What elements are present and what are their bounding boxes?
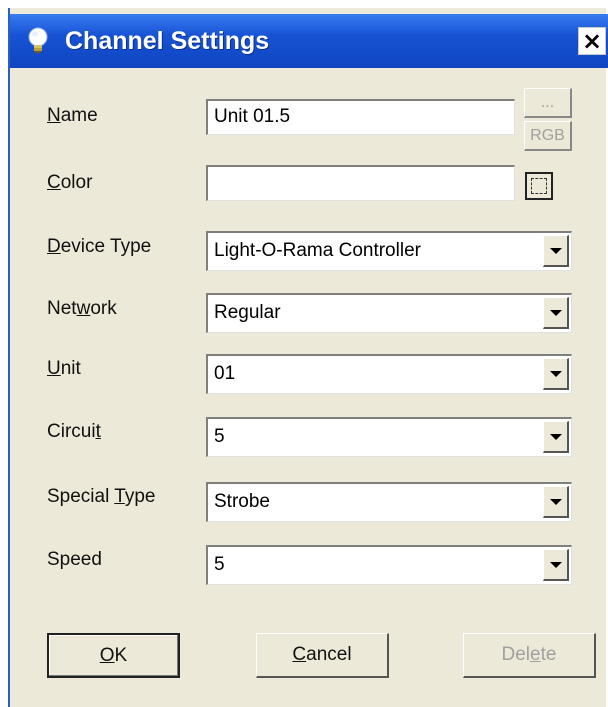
chevron-down-icon[interactable] — [543, 549, 569, 581]
name-label: Name — [47, 105, 98, 126]
close-button[interactable]: × — [578, 27, 606, 55]
chevron-down-icon[interactable] — [543, 486, 569, 518]
window-title: Channel Settings — [65, 27, 270, 55]
cancel-button[interactable]: Cancel — [256, 633, 389, 678]
circuit-label: Circuit — [47, 421, 101, 442]
unit-value: 01 — [214, 363, 236, 384]
browse-button[interactable]: ... — [524, 88, 572, 118]
title-bar[interactable]: Channel Settings × — [10, 14, 608, 68]
unit-select[interactable]: 01 — [206, 354, 572, 394]
device-type-label: Device Type — [47, 236, 152, 257]
name-input[interactable]: Unit 01.5 — [206, 99, 515, 135]
network-value: Regular — [214, 302, 281, 323]
rgb-button[interactable]: RGB — [524, 121, 572, 151]
ok-button[interactable]: OK — [47, 633, 180, 678]
circuit-select[interactable]: 5 — [206, 417, 572, 457]
speed-select[interactable]: 5 — [206, 545, 572, 585]
browse-label: ... — [540, 93, 555, 111]
color-label: Color — [47, 172, 93, 193]
speed-label: Speed — [47, 549, 102, 570]
circuit-value: 5 — [214, 426, 225, 447]
lightbulb-icon — [28, 27, 48, 53]
delete-button[interactable]: Del e te — [463, 633, 596, 678]
special-type-label: Special Type — [47, 486, 156, 507]
device-type-value: Light-O-Rama Controller — [214, 240, 421, 261]
chevron-down-icon[interactable] — [543, 421, 569, 453]
chevron-down-icon[interactable] — [543, 358, 569, 390]
special-type-select[interactable]: Strobe — [206, 482, 572, 522]
unit-label: Unit — [47, 358, 81, 379]
chevron-down-icon[interactable] — [543, 235, 569, 267]
color-input[interactable] — [206, 165, 515, 201]
channel-settings-dialog: Channel Settings × Name Unit 01.5 ... RG… — [8, 8, 608, 707]
rgb-label: RGB — [530, 126, 565, 144]
speed-value: 5 — [214, 554, 225, 575]
color-picker-icon[interactable] — [525, 172, 553, 200]
close-icon: × — [581, 27, 603, 55]
network-select[interactable]: Regular — [206, 293, 572, 333]
device-type-select[interactable]: Light-O-Rama Controller — [206, 231, 572, 271]
special-type-value: Strobe — [214, 491, 270, 512]
network-label: Network — [47, 298, 117, 319]
chevron-down-icon[interactable] — [543, 297, 569, 329]
name-value: Unit 01.5 — [214, 106, 291, 127]
